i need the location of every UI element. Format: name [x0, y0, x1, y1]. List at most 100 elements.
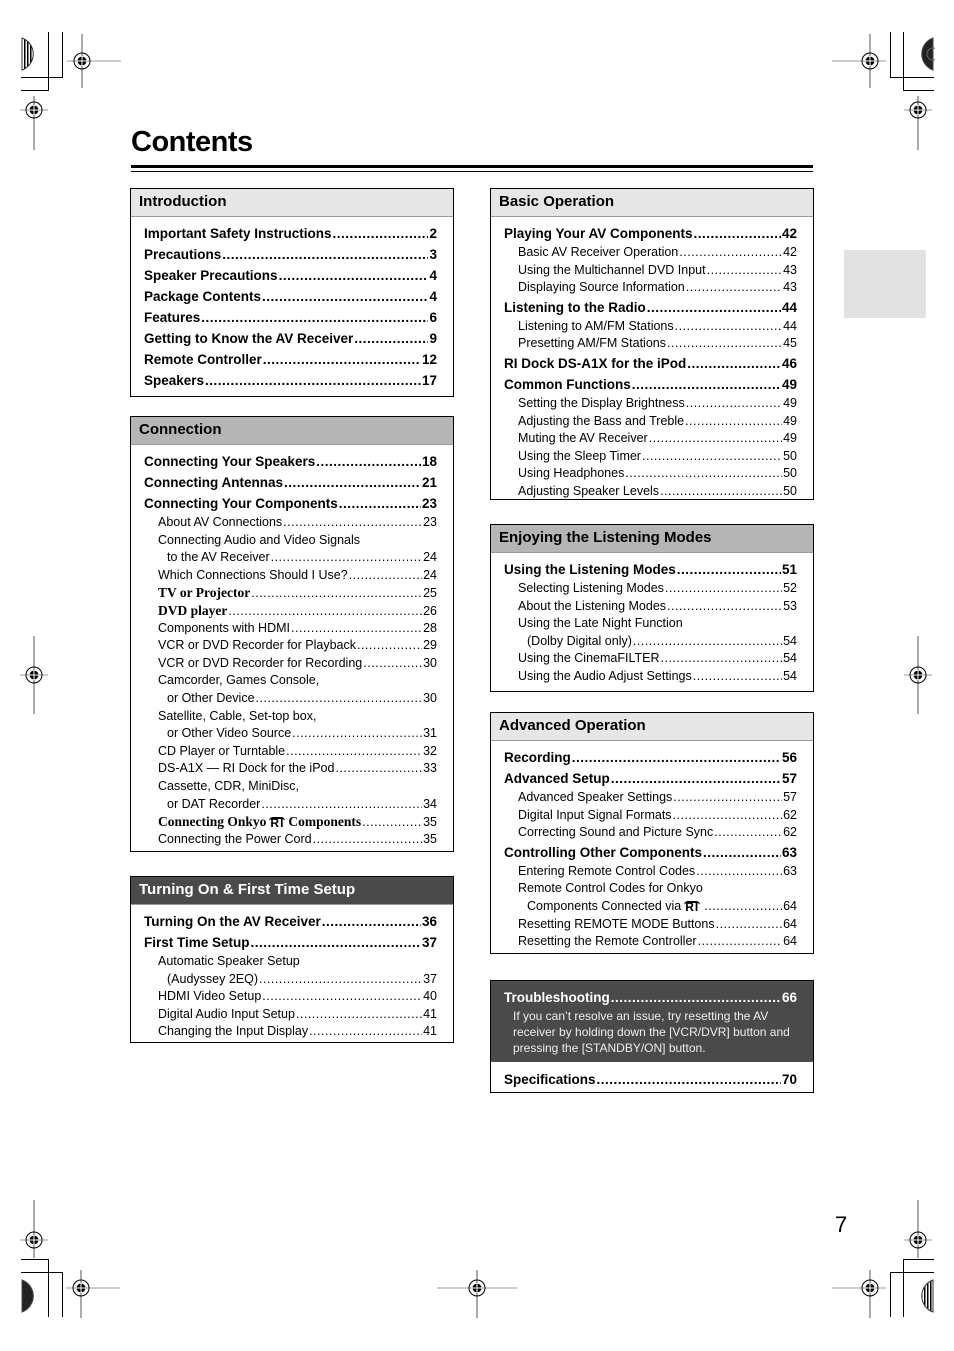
toc-entry[interactable]: Automatic Speaker Setup (Audyssey 2EQ) 37: [144, 953, 437, 988]
toc-entry[interactable]: Correcting Sound and Picture Sync 62: [504, 824, 797, 842]
toc-entry-troubleshooting[interactable]: Troubleshooting 66: [504, 987, 797, 1008]
toc-entry[interactable]: HDMI Video Setup 40: [144, 988, 437, 1006]
entry-title: Displaying Source Information: [518, 279, 685, 297]
toc-entry[interactable]: Advanced Speaker Settings 57: [504, 789, 797, 807]
toc-entry[interactable]: Resetting the Remote Controller 64: [504, 933, 797, 951]
toc-entry[interactable]: Entering Remote Control Codes 63: [504, 863, 797, 881]
toc-entry[interactable]: Advanced Setup 57: [504, 768, 797, 789]
leader-dots: [693, 668, 782, 686]
entry-title-text: About the Listening Modes: [518, 598, 667, 613]
toc-entry[interactable]: Connecting the Power Cord 35: [144, 831, 437, 849]
toc-entry[interactable]: First Time Setup 37: [144, 932, 437, 953]
toc-entry[interactable]: DVD player 26: [144, 602, 437, 620]
toc-entry[interactable]: Playing Your AV Components 42: [504, 223, 797, 244]
toc-entry[interactable]: TV or Projector 25: [144, 584, 437, 602]
toc-entry[interactable]: Package Contents 4: [144, 286, 437, 307]
toc-entry[interactable]: VCR or DVD Recorder for Recording 30: [144, 655, 437, 673]
toc-entry[interactable]: Connecting OnkyoRIComponents 35: [144, 813, 437, 831]
toc-entry[interactable]: About the Listening Modes 53: [504, 598, 797, 616]
toc-entry[interactable]: CD Player or Turntable 32: [144, 743, 437, 761]
toc-entry[interactable]: Connecting Your Components 23: [144, 493, 437, 514]
entry-page: 9: [429, 331, 437, 346]
entry-row: Advanced Setup 57: [504, 768, 797, 789]
toc-entry[interactable]: Connecting Audio and Video Signals to the…: [144, 532, 437, 567]
toc-entry[interactable]: Changing the Input Display 41: [144, 1023, 437, 1041]
leader-dots: [667, 598, 782, 616]
entry-title-text: Adjusting the Bass and Treble: [518, 413, 685, 428]
entry-page: 6: [429, 310, 437, 325]
toc-entry[interactable]: Precautions 3: [144, 244, 437, 265]
section-heading: Enjoying the Listening Modes: [491, 525, 813, 553]
toc-entry[interactable]: Setting the Display Brightness 49: [504, 395, 797, 413]
leader-dots: [263, 349, 421, 370]
toc-entry[interactable]: Adjusting Speaker Levels 50: [504, 483, 797, 501]
toc-entry[interactable]: Controlling Other Components 63: [504, 842, 797, 863]
toc-entry[interactable]: Using the Listening Modes 51: [504, 559, 797, 580]
toc-entry[interactable]: VCR or DVD Recorder for Playback 29: [144, 637, 437, 655]
entry-page: 23: [421, 496, 437, 511]
toc-entry[interactable]: Cassette, CDR, MiniDisc, or DAT Recorder 3…: [144, 778, 437, 813]
toc-entry[interactable]: Resetting REMOTE MODE Buttons 64: [504, 916, 797, 934]
leader-dots: [694, 223, 781, 244]
toc-entry-specifications[interactable]: Specifications 70: [504, 1069, 797, 1090]
toc-entry[interactable]: Remote Controller 12: [144, 349, 437, 370]
toc-entry[interactable]: Common Functions 49: [504, 374, 797, 395]
leader-dots: [675, 318, 782, 336]
entry-title: Troubleshooting: [504, 990, 610, 1005]
toc-entry[interactable]: Features 6: [144, 307, 437, 328]
toc-entry[interactable]: Muting the AV Receiver 49: [504, 430, 797, 448]
entry-title-text: Connecting Your Speakers: [144, 454, 316, 469]
toc-entry[interactable]: Adjusting the Bass and Treble 49: [504, 413, 797, 431]
toc-entry[interactable]: Recording 56: [504, 747, 797, 768]
toc-entry[interactable]: Camcorder, Games Console, or Other Device…: [144, 672, 437, 707]
toc-entry[interactable]: Presetting AM/FM Stations 45: [504, 335, 797, 353]
entry-title-text: Correcting Sound and Picture Sync: [518, 825, 714, 840]
toc-entry[interactable]: Using the Sleep Timer 50: [504, 448, 797, 466]
entry-title: Setting the Display Brightness: [518, 395, 685, 413]
toc-entry[interactable]: Using the Late Night Function (Dolby Digi…: [504, 615, 797, 650]
toc-entry[interactable]: Speakers 17: [144, 370, 437, 391]
entry-row: Connecting the Power Cord 35: [144, 831, 437, 849]
toc-entry[interactable]: Using the Multichannel DVD Input 43: [504, 262, 797, 280]
crop-mark: [21, 90, 49, 91]
toc-entry[interactable]: Listening to AM/FM Stations 44: [504, 318, 797, 336]
toc-entry[interactable]: Digital Audio Input Setup 41: [144, 1006, 437, 1024]
toc-entry[interactable]: Remote Control Codes for Onkyo Components…: [504, 880, 797, 915]
entry-page: 35: [423, 831, 437, 846]
toc-entry[interactable]: Digital Input Signal Formats 62: [504, 807, 797, 825]
entry-title-text: Speakers: [144, 373, 205, 388]
toc-entry[interactable]: Using the Audio Adjust Settings 54: [504, 668, 797, 686]
toc-entry[interactable]: Displaying Source Information 43: [504, 279, 797, 297]
toc-entry[interactable]: Connecting Your Speakers 18: [144, 451, 437, 472]
leader-dots: [339, 493, 421, 514]
toc-entry[interactable]: Satellite, Cable, Set-top box, or Other V…: [144, 708, 437, 743]
toc-entry[interactable]: Components with HDMI 28: [144, 620, 437, 638]
toc-entry[interactable]: DS-A1X — RI Dock for the iPod 33: [144, 760, 437, 778]
entry-title-cont: (Audyssey 2EQ): [167, 971, 259, 986]
crop-mark: [890, 77, 934, 78]
toc-entry[interactable]: About AV Connections 23: [144, 514, 437, 532]
toc-entry[interactable]: Using the CinemaFILTER 54: [504, 650, 797, 668]
toc-entry[interactable]: Connecting Antennas 21: [144, 472, 437, 493]
toc-entry[interactable]: Important Safety Instructions 2: [144, 223, 437, 244]
toc-entry[interactable]: Selecting Listening Modes 52: [504, 580, 797, 598]
entry-title-text: Basic AV Receiver Operation: [518, 245, 679, 259]
entry-row: Correcting Sound and Picture Sync 62: [504, 824, 797, 842]
leader-dots: [256, 690, 423, 708]
toc-entry[interactable]: Listening to the Radio 44: [504, 297, 797, 318]
crop-mark: [890, 32, 891, 78]
entry-title-text: Displaying Source Information: [518, 280, 685, 295]
entry-title: Digital Input Signal Formats: [518, 807, 672, 825]
entry-title: Using the Audio Adjust Settings: [518, 668, 692, 686]
toc-entry[interactable]: Speaker Precautions 4: [144, 265, 437, 286]
entry-row: Connecting Your Speakers 18: [144, 451, 437, 472]
toc-entry[interactable]: Which Connections Should I Use? 24: [144, 567, 437, 585]
entry-title: or DAT Recorder: [167, 796, 260, 814]
entry-title-text: Using the Sleep Timer: [518, 448, 641, 463]
toc-entry[interactable]: Getting to Know the AV Receiver 9: [144, 328, 437, 349]
toc-entry[interactable]: Basic AV Receiver Operation 42: [504, 244, 797, 262]
toc-entry[interactable]: Using Headphones 50: [504, 465, 797, 483]
toc-entry[interactable]: RI Dock DS-A1X for the iPod 46: [504, 353, 797, 374]
toc-entry[interactable]: Turning On the AV Receiver 36: [144, 911, 437, 932]
entry-page: 44: [783, 318, 797, 333]
